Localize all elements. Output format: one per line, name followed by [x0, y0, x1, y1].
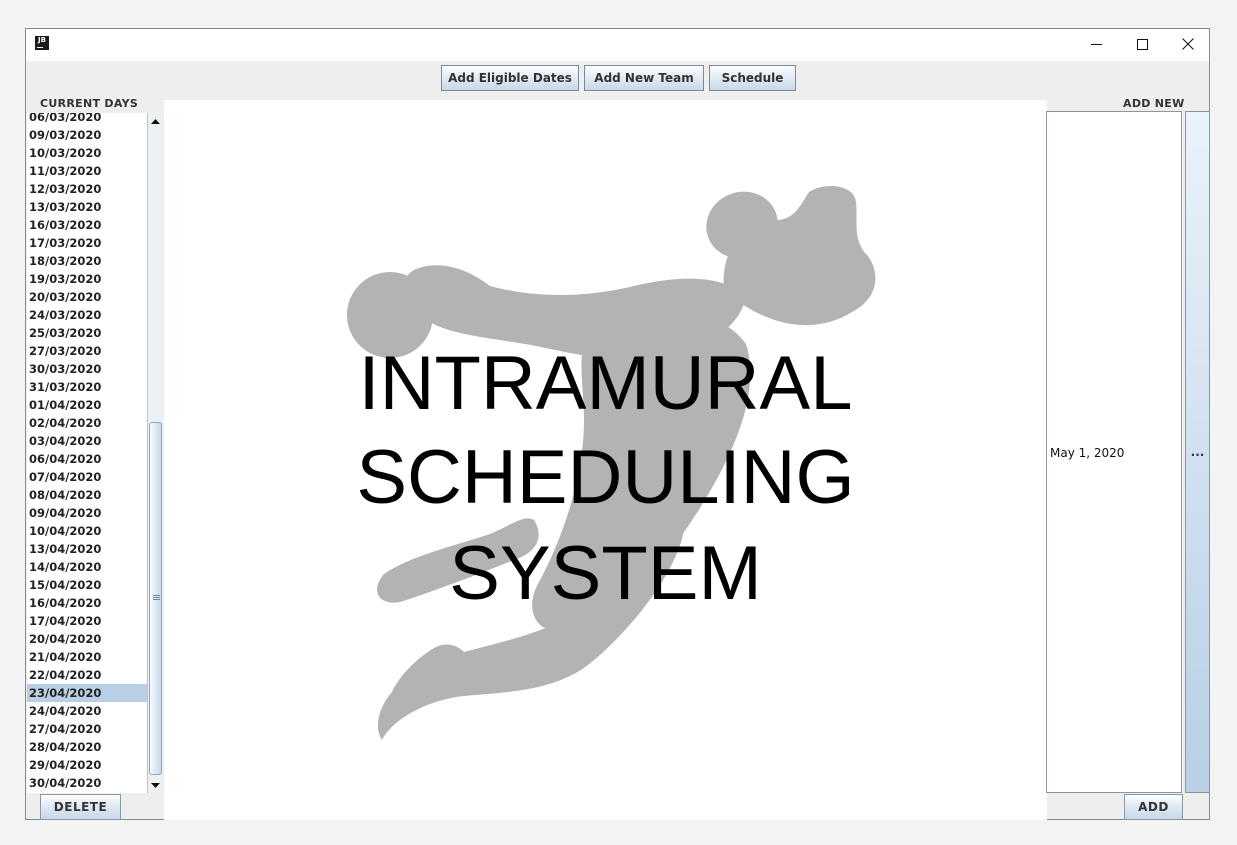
date-list-item[interactable]: 16/04/2020: [27, 594, 163, 612]
title-bar[interactable]: JB: [26, 29, 1209, 61]
date-list-item[interactable]: 03/04/2020: [27, 432, 163, 450]
date-list-item[interactable]: 07/04/2020: [27, 468, 163, 486]
minimize-icon[interactable]: [1073, 29, 1119, 59]
date-list-item[interactable]: 10/04/2020: [27, 522, 163, 540]
date-list-item[interactable]: 24/04/2020: [27, 702, 163, 720]
schedule-button[interactable]: Schedule: [709, 65, 796, 91]
date-list-item[interactable]: 01/04/2020: [27, 396, 163, 414]
date-list-item[interactable]: 22/04/2020: [27, 666, 163, 684]
date-picker-button[interactable]: ...: [1185, 111, 1210, 793]
delete-button[interactable]: DELETE: [40, 794, 121, 820]
date-list-item[interactable]: 20/04/2020: [27, 630, 163, 648]
date-list-item[interactable]: 14/04/2020: [27, 558, 163, 576]
date-list-item[interactable]: 10/03/2020: [27, 144, 163, 162]
date-list-item[interactable]: 29/04/2020: [27, 756, 163, 774]
date-list-item[interactable]: 27/04/2020: [27, 720, 163, 738]
scroll-up-arrow-icon[interactable]: [148, 113, 163, 129]
date-list-item[interactable]: 09/03/2020: [27, 126, 163, 144]
add-eligible-dates-button[interactable]: Add Eligible Dates: [441, 65, 579, 91]
date-list-item[interactable]: 12/03/2020: [27, 180, 163, 198]
scrollbar-thumb[interactable]: [149, 422, 162, 775]
date-list-item[interactable]: 25/03/2020: [27, 324, 163, 342]
close-icon[interactable]: [1165, 29, 1211, 59]
date-list-item[interactable]: 23/04/2020: [27, 684, 163, 702]
new-day-date-field[interactable]: May 1, 2020: [1046, 111, 1182, 793]
date-list-item[interactable]: 20/03/2020: [27, 288, 163, 306]
date-list-item[interactable]: 09/04/2020: [27, 504, 163, 522]
splash-panel: INTRAMURAL SCHEDULING SYSTEM: [164, 100, 1047, 820]
date-list-item[interactable]: 24/03/2020: [27, 306, 163, 324]
vertical-scrollbar[interactable]: [147, 113, 163, 793]
date-list-item[interactable]: 06/04/2020: [27, 450, 163, 468]
date-list-item[interactable]: 13/03/2020: [27, 198, 163, 216]
headline-line-3: SYSTEM: [449, 531, 762, 616]
headline-line-2: SCHEDULING: [356, 435, 855, 520]
date-list-item[interactable]: 11/03/2020: [27, 162, 163, 180]
date-list-item[interactable]: 18/03/2020: [27, 252, 163, 270]
date-list-item[interactable]: 31/03/2020: [27, 378, 163, 396]
date-list-item[interactable]: 08/04/2020: [27, 486, 163, 504]
date-list-item[interactable]: 13/04/2020: [27, 540, 163, 558]
date-list-item[interactable]: 06/03/2020: [27, 113, 163, 126]
maximize-icon[interactable]: [1119, 29, 1165, 59]
date-list-item[interactable]: 30/03/2020: [27, 360, 163, 378]
add-new-team-button[interactable]: Add New Team: [584, 65, 704, 91]
date-list-item[interactable]: 30/04/2020: [27, 774, 163, 792]
date-list-item[interactable]: 15/04/2020: [27, 576, 163, 594]
date-list-item[interactable]: 27/03/2020: [27, 342, 163, 360]
date-list-item[interactable]: 02/04/2020: [27, 414, 163, 432]
current-days-label: CURRENT DAYS: [40, 97, 139, 110]
date-list-item[interactable]: 19/03/2020: [27, 270, 163, 288]
date-list-item[interactable]: 28/04/2020: [27, 738, 163, 756]
main-window: JB Add Eligible Dates Add New Team Sched…: [25, 28, 1210, 820]
current-days-list[interactable]: 06/03/2020 09/03/2020 10/03/2020 11/03/2020…: [27, 113, 163, 793]
date-list-item[interactable]: 17/04/2020: [27, 612, 163, 630]
scroll-down-arrow-icon[interactable]: [148, 777, 163, 793]
date-list-item[interactable]: 17/03/2020: [27, 234, 163, 252]
add-button[interactable]: ADD: [1124, 794, 1183, 820]
date-list-item[interactable]: 21/04/2020: [27, 648, 163, 666]
new-day-date-value: May 1, 2020: [1050, 446, 1125, 460]
headline-line-1: INTRAMURAL: [358, 341, 853, 426]
date-list-item[interactable]: 16/03/2020: [27, 216, 163, 234]
app-icon: JB: [35, 36, 49, 50]
